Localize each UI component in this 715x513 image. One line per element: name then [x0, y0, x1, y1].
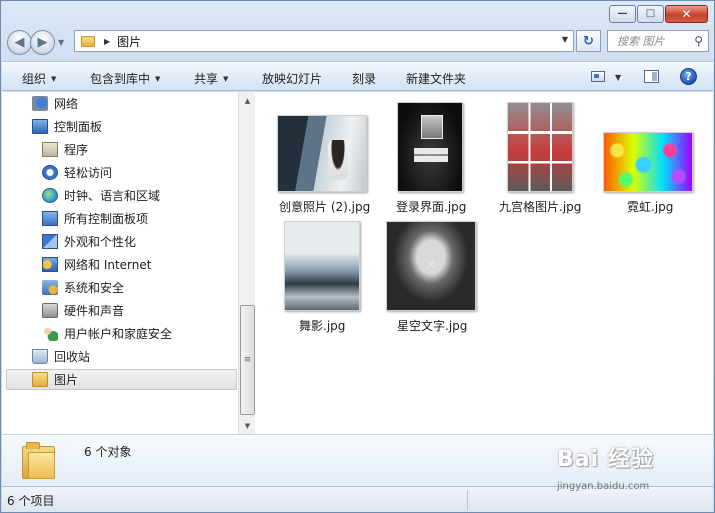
new-folder-button[interactable]: 新建文件夹: [406, 70, 466, 87]
breadcrumb-segment[interactable]: 图片: [117, 33, 141, 50]
back-button[interactable]: ◀: [7, 30, 32, 55]
search-placeholder: 搜索 图片: [617, 35, 665, 48]
thumbnail-image[interactable]: [507, 102, 573, 192]
sidebar-item-system-security[interactable]: 系统和安全: [42, 277, 124, 298]
sidebar-item-recycle-bin[interactable]: 回收站: [32, 346, 90, 367]
chevron-down-icon: ▼: [51, 74, 57, 83]
sidebar-item-ease-of-access[interactable]: 轻松访问: [42, 162, 112, 183]
watermark-logo: Bai 经验 jingyan.baidu.com: [557, 447, 654, 492]
search-icon: ⚲: [694, 34, 703, 48]
breadcrumb-separator-icon[interactable]: ▶: [104, 37, 110, 46]
scroll-down-icon[interactable]: ▼: [239, 417, 256, 434]
recent-pages-dropdown[interactable]: ▼: [58, 38, 64, 47]
file-list: 创意照片 (2).jpg 登录界面.jpg 九宫格图片.jpg 霓虹.jpg 舞…: [255, 92, 713, 434]
system-security-icon: [42, 280, 58, 295]
folder-icon: [81, 35, 95, 47]
file-name[interactable]: 创意照片 (2).jpg: [279, 198, 370, 215]
folder-icon: [32, 372, 48, 387]
refresh-button[interactable]: ↻: [576, 30, 601, 52]
file-name[interactable]: 霓虹.jpg: [627, 198, 673, 215]
file-name[interactable]: 舞影.jpg: [299, 317, 345, 334]
sidebar-item-appearance[interactable]: 外观和个性化: [42, 231, 136, 252]
file-name[interactable]: 星空文字.jpg: [397, 317, 467, 334]
sidebar-item-user-accounts[interactable]: 用户帐户和家庭安全: [42, 323, 172, 344]
include-in-library-menu[interactable]: 包含到库中 ▼: [90, 70, 160, 87]
search-input[interactable]: 搜索 图片 ⚲: [607, 30, 709, 52]
file-name[interactable]: 九宫格图片.jpg: [499, 198, 581, 215]
ease-of-access-icon: [42, 165, 58, 180]
share-menu[interactable]: 共享 ▼: [194, 70, 228, 87]
minimize-icon: —: [617, 8, 628, 19]
maximize-icon: □: [645, 8, 656, 19]
sidebar-item-pictures[interactable]: 图片: [6, 369, 237, 390]
explorer-window: — □ ✕ ◀ ▶ ▼ ▶ 图片 ▼ ↻ 搜索 图片 ⚲ 组织 ▼ 包含到库中 ▼ …: [0, 0, 715, 513]
sidebar-item-hardware-sound[interactable]: 硬件和声音: [42, 300, 124, 321]
navigation-buttons: ◀ ▶ ▼: [7, 30, 64, 55]
status-divider: [467, 490, 468, 510]
item-count: 6 个项目: [7, 494, 55, 508]
object-count: 6 个对象: [84, 445, 132, 459]
slideshow-button[interactable]: 放映幻灯片: [262, 70, 322, 87]
minimize-button[interactable]: —: [609, 5, 636, 23]
thumbnail-image[interactable]: [397, 102, 463, 192]
hardware-sound-icon: [42, 303, 58, 318]
back-arrow-icon: ◀: [14, 35, 25, 50]
recycle-bin-icon: [32, 349, 48, 364]
help-icon[interactable]: ?: [680, 68, 697, 85]
view-dropdown-icon[interactable]: ▼: [615, 73, 621, 82]
appearance-icon: [42, 234, 58, 249]
organize-menu[interactable]: 组织 ▼: [22, 70, 56, 87]
chevron-down-icon: ▼: [155, 74, 161, 83]
sidebar-item-network-internet[interactable]: 网络和 Internet: [42, 254, 151, 275]
control-panel-icon: [32, 119, 48, 134]
change-view-icon[interactable]: [591, 71, 605, 82]
address-dropdown-icon[interactable]: ▼: [562, 35, 568, 44]
network-internet-icon: [42, 257, 58, 272]
close-icon: ✕: [681, 7, 692, 21]
thumbnail-image[interactable]: [284, 221, 360, 311]
forward-button[interactable]: ▶: [30, 30, 55, 55]
thumbnail-image[interactable]: [386, 221, 476, 311]
refresh-icon: ↻: [583, 33, 594, 49]
burn-button[interactable]: 刻录: [352, 70, 376, 87]
navigation-pane-scrollbar[interactable]: ▲ ≡ ▼: [238, 92, 255, 434]
sidebar-item-network[interactable]: 网络: [32, 93, 78, 114]
file-name[interactable]: 登录界面.jpg: [396, 198, 466, 215]
user-accounts-icon: [42, 326, 58, 341]
command-bar: 组织 ▼ 包含到库中 ▼ 共享 ▼ 放映幻灯片 刻录 新建文件夹 ▼ ?: [2, 61, 713, 91]
caption-buttons: — □ ✕: [609, 5, 708, 23]
close-button[interactable]: ✕: [665, 5, 708, 23]
programs-icon: [42, 142, 58, 157]
forward-arrow-icon: ▶: [37, 35, 48, 50]
maximize-button[interactable]: □: [637, 5, 664, 23]
sidebar-item-all-control-panel-items[interactable]: 所有控制面板项: [42, 208, 148, 229]
scroll-up-icon[interactable]: ▲: [239, 92, 256, 109]
scroll-thumb[interactable]: ≡: [240, 305, 255, 415]
all-control-panel-items-icon: [42, 211, 58, 226]
address-bar[interactable]: ▶ 图片 ▼: [74, 30, 574, 52]
preview-pane-icon[interactable]: [644, 70, 659, 83]
folder-icon: [22, 442, 55, 479]
thumbnail-image[interactable]: [603, 132, 693, 192]
sidebar-item-control-panel[interactable]: 控制面板: [32, 116, 102, 137]
clock-language-region-icon: [42, 188, 58, 203]
sidebar-item-clock-language-region[interactable]: 时钟、语言和区域: [42, 185, 160, 206]
navigation-pane: 网络 控制面板 程序 轻松访问 时钟、语言和区域 所有控制面板项 外观和个性化 …: [2, 92, 238, 434]
network-icon: [32, 96, 48, 111]
chevron-down-icon: ▼: [223, 74, 229, 83]
sidebar-item-programs[interactable]: 程序: [42, 139, 88, 160]
thumbnail-image[interactable]: [277, 115, 367, 192]
